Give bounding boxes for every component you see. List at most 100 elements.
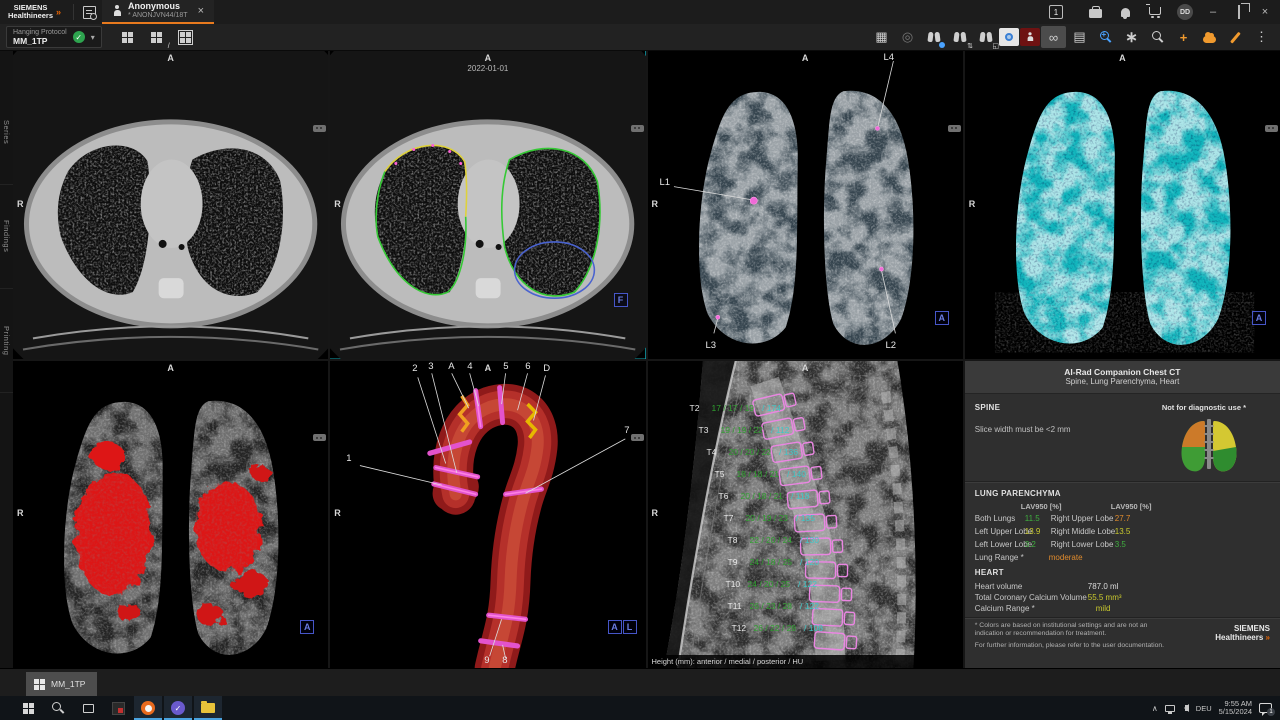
more-options-button[interactable]: ⋮	[1249, 26, 1274, 48]
viewport-coronal-mip[interactable]: A R L1 L4 L3 L2 A	[648, 51, 963, 359]
viewport-aorta-3d[interactable]: A R 1 2 3 A 4 5 6 D 7 8 9 A L	[330, 361, 645, 669]
add-marker-tool[interactable]: +	[1171, 26, 1196, 48]
aorta-plane-label-4[interactable]: 4	[467, 361, 472, 372]
lung-compare-tool[interactable]: ⇅	[947, 26, 972, 48]
vertebra-row: T319 / 19 / 22/ 112	[699, 419, 823, 441]
restore-button[interactable]	[1228, 6, 1250, 18]
scroll-grip[interactable]	[313, 125, 326, 132]
layout-grid-button[interactable]	[173, 26, 198, 48]
export-icon: ◱	[992, 42, 999, 50]
file-explorer-button[interactable]	[194, 696, 222, 720]
app-remote-button[interactable]	[104, 696, 132, 720]
viewport-axial-ct-contours[interactable]: A 2022-01-01 R F	[330, 51, 645, 359]
magnifier-tool[interactable]	[1145, 26, 1170, 48]
aorta-plane-label-9[interactable]: 9	[484, 655, 489, 666]
notification-count-button[interactable]: 1	[1043, 5, 1069, 19]
aorta-plane-label-5[interactable]: 5	[503, 361, 508, 372]
orientation-badge[interactable]: A	[300, 620, 314, 634]
orientation-badge-a[interactable]: A	[608, 620, 622, 634]
nodule-marker-label-l4[interactable]: L4	[884, 52, 895, 63]
start-button[interactable]	[14, 696, 42, 720]
aorta-plane-label-1[interactable]: 1	[346, 453, 351, 464]
minimize-button[interactable]: –	[1202, 6, 1224, 18]
vertebra-row: T217 / 17 / 19/ 174	[690, 397, 823, 419]
spine-section-title: SPINE	[975, 403, 1001, 412]
viewport-results-panel[interactable]: AI-Rad Companion Chest CT Spine, Lung Pa…	[965, 361, 1280, 669]
orientation-badge-l[interactable]: L	[623, 620, 637, 634]
axial-ct-contour-image	[330, 51, 645, 359]
app-secure-button[interactable]: ✓	[164, 696, 192, 720]
aorta-plane-label-3[interactable]: 3	[428, 361, 433, 372]
vertebra-row: T924 / 18 / 25/ 120	[728, 551, 823, 573]
nodule-marker-label-l2[interactable]: L2	[886, 340, 897, 351]
row-value: 13.9	[1025, 527, 1041, 536]
zoom-in-tool[interactable]: +	[1093, 26, 1118, 48]
row-value: 27.7	[1115, 514, 1131, 523]
close-button[interactable]: ×	[1254, 6, 1276, 18]
taskbar-clock[interactable]: 9:55 AM 5/15/2024	[1219, 700, 1252, 717]
aorta-plane-label-7[interactable]: 7	[624, 425, 629, 436]
sidebar-tab-findings[interactable]: Findings	[0, 185, 13, 289]
alerts-button[interactable]	[1112, 8, 1138, 17]
viewport-vrt-red-overlay[interactable]: A R A	[13, 361, 328, 669]
orientation-star-tool[interactable]: ∗	[1119, 26, 1144, 48]
aorta-plane-label-8[interactable]: 8	[502, 655, 507, 666]
patient-search-button[interactable]	[76, 0, 102, 24]
hidden-icons-chevron[interactable]: ∧	[1152, 704, 1158, 713]
aorta-plane-label-d[interactable]: D	[543, 363, 550, 374]
ai-rad-companion-tool[interactable]	[1020, 28, 1040, 46]
close-patient-icon[interactable]: ×	[198, 5, 204, 17]
nodule-icon	[1005, 33, 1013, 41]
user-menu-button[interactable]: DD	[1172, 4, 1198, 20]
workflow-briefcase-button[interactable]	[1082, 6, 1108, 18]
orientation-badge[interactable]: A	[935, 311, 949, 325]
sidebar-tab-series[interactable]: Series	[0, 81, 13, 185]
nodule-marker-label-l1[interactable]: L1	[660, 177, 671, 188]
orientation-badge[interactable]: A	[1252, 311, 1266, 325]
nodule-marker-label-l3[interactable]: L3	[706, 340, 717, 351]
layout-edit-button[interactable]: /	[144, 26, 169, 48]
restore-icon	[1238, 5, 1240, 19]
keyboard-language[interactable]: DEU	[1196, 704, 1212, 713]
scroll-grip[interactable]	[948, 125, 961, 132]
auto-center-tool[interactable]: ◎	[895, 26, 920, 48]
aorta-plane-label-a[interactable]: A	[448, 361, 454, 372]
zoom-plus-icon: +	[1100, 31, 1112, 43]
hanging-protocol-dropdown[interactable]: Hanging Protocol MM_1TP ✓ ▾	[6, 26, 102, 48]
marketplace-button[interactable]	[1142, 9, 1168, 15]
layout-load-button[interactable]	[115, 26, 140, 48]
contour-cloud-icon	[1203, 36, 1216, 43]
pen-annotation-tool[interactable]	[1223, 26, 1248, 48]
scroll-grip[interactable]	[631, 434, 644, 441]
row-label: Calcium Range *	[975, 604, 1035, 613]
scroll-grip[interactable]	[631, 125, 644, 132]
layout-tab-mm1tp[interactable]: MM_1TP	[26, 672, 97, 696]
mouse-functions-tool[interactable]: ▦	[869, 26, 894, 48]
frame-badge[interactable]: F	[614, 293, 628, 307]
action-center-icon[interactable]: 1	[1259, 703, 1272, 713]
aorta-plane-label-2[interactable]: 2	[412, 363, 417, 374]
task-view-button[interactable]	[74, 696, 102, 720]
scroll-grip[interactable]	[313, 434, 326, 441]
vertebra-row: T518 / 18 / 21/ 140	[715, 463, 823, 485]
contour-edit-tool[interactable]	[1197, 26, 1222, 48]
network-icon[interactable]	[1165, 705, 1175, 712]
speaker-icon[interactable]	[1185, 705, 1189, 711]
report-card-tool[interactable]: ▤	[1067, 26, 1092, 48]
viewport-axial-ct[interactable]: A R	[13, 51, 328, 359]
aorta-plane-label-6[interactable]: 6	[525, 361, 530, 372]
taskbar-search-button[interactable]	[44, 696, 72, 720]
lung-analysis-tool[interactable]	[921, 26, 946, 48]
sidebar-tab-printing[interactable]: Printing	[0, 289, 13, 393]
scroll-grip[interactable]	[1265, 125, 1278, 132]
row-value: mild	[1096, 604, 1111, 613]
viewport-sagittal-spine[interactable]: A R T217 / 17 / 19/ 174 T319 / 19 / 22/ …	[648, 361, 963, 669]
app-syngo-button[interactable]	[134, 696, 162, 720]
nodule-display-tool[interactable]	[999, 28, 1019, 46]
viewport-vrt-cyan-lungs[interactable]: A R A	[965, 51, 1280, 359]
search-icon	[52, 702, 64, 714]
toolbar: Hanging Protocol MM_1TP ✓ ▾ / ▦ ◎ ⇅ ◱ ∞ …	[0, 24, 1280, 51]
link-series-tool[interactable]: ∞	[1041, 26, 1066, 48]
patient-tab[interactable]: Anonymous * ANONJVN44/18T ×	[102, 0, 214, 24]
lung-export-tool[interactable]: ◱	[973, 26, 998, 48]
